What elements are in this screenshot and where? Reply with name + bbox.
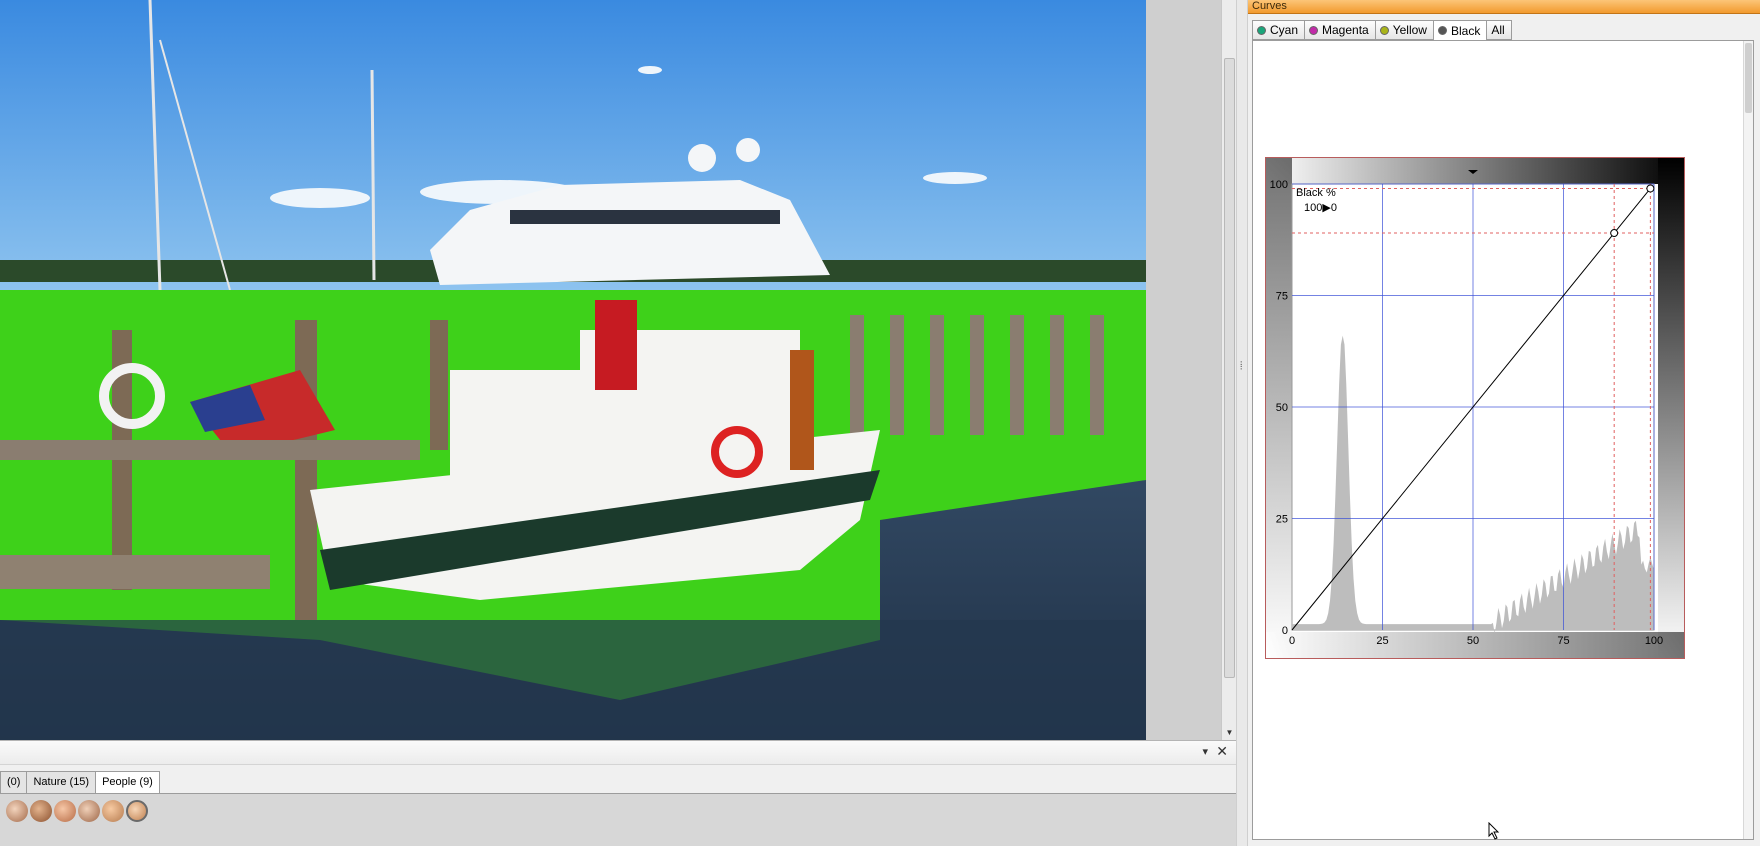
photo-preview[interactable]: [0, 0, 1146, 740]
tab-cyan[interactable]: Cyan: [1252, 20, 1306, 40]
mouse-cursor-icon: [1488, 822, 1500, 840]
harbor-photo: [0, 0, 1146, 740]
channel-axis-label: Black %: [1296, 187, 1336, 199]
scroll-down-arrow-icon[interactable]: ▼: [1222, 726, 1237, 740]
scrollbar-thumb[interactable]: [1745, 43, 1752, 113]
curve-control-point[interactable]: [1646, 184, 1655, 193]
panel-title: Curves: [1248, 0, 1760, 14]
right-gradient-bar: [1658, 158, 1684, 658]
y-tick-label: 75: [1276, 291, 1288, 303]
y-tick-label: 0: [1282, 625, 1288, 637]
value-readout: 100▶0: [1304, 202, 1337, 214]
canvas-vertical-scrollbar[interactable]: ▼: [1221, 0, 1236, 740]
x-tick-label: 75: [1557, 635, 1569, 647]
cyan-channel-icon: [1257, 25, 1266, 35]
tab-label: Cyan: [1270, 23, 1299, 37]
tab-all[interactable]: All: [1486, 20, 1512, 40]
curve-graph[interactable]: 0 25 50 75 100 0 25 50 75 100 Black % 100▶0: [1266, 158, 1684, 658]
tab-label: Black: [1450, 23, 1481, 38]
scrollbar-thumb[interactable]: [1224, 58, 1235, 678]
brush-preset-icon[interactable]: [30, 800, 52, 822]
image-canvas[interactable]: ▼: [0, 0, 1236, 740]
y-tick-label: 50: [1276, 402, 1288, 414]
pin-icon[interactable]: ▾: [1202, 745, 1208, 758]
channel-tabs: Cyan Magenta Yellow Black All: [1252, 20, 1512, 41]
tab-magenta[interactable]: Magenta: [1304, 20, 1376, 40]
x-tick-label: 100: [1645, 635, 1663, 647]
close-icon[interactable]: ✕: [1216, 743, 1228, 760]
plot-area[interactable]: 0 25 50 75 100 0 25 50 75 100 Black % 100▶0: [1270, 170, 1664, 647]
brush-preset-icon[interactable]: [102, 800, 124, 822]
black-channel-icon: [1437, 26, 1447, 35]
brush-strip: [0, 793, 1236, 846]
tab-label: All: [1491, 23, 1505, 37]
brush-preset-icon[interactable]: [54, 800, 76, 822]
y-tick-label: 100: [1270, 179, 1288, 191]
x-tick-label: 0: [1289, 635, 1295, 647]
yellow-channel-icon: [1379, 25, 1389, 35]
panel-splitter[interactable]: ⦙: [1236, 0, 1248, 846]
curves-panel: Curves Cyan Magenta Yellow Black All 0 2…: [1248, 0, 1760, 846]
curve-editor[interactable]: 0 25 50 75 100 0 25 50 75 100 Black % 100▶0: [1265, 157, 1685, 659]
tab-label: Magenta: [1322, 23, 1369, 37]
brush-preset-icon[interactable]: [78, 800, 100, 822]
tab-unnamed[interactable]: (0): [0, 771, 28, 793]
brush-preset-icon[interactable]: [6, 800, 28, 822]
app-window: ▼ ⦙ ▾ ✕ (0) Nature (15) People (9) Curve…: [0, 0, 1760, 846]
library-tabs: (0) Nature (15) People (9): [0, 771, 160, 794]
magenta-channel-icon: [1309, 25, 1319, 35]
x-tick-label: 50: [1467, 635, 1479, 647]
tab-black[interactable]: Black: [1432, 20, 1488, 41]
library-titlebar: ▾ ✕: [0, 741, 1236, 765]
curves-body: 0 25 50 75 100 0 25 50 75 100 Black % 100▶0: [1252, 40, 1754, 840]
brush-library-panel: ▾ ✕ (0) Nature (15) People (9): [0, 740, 1236, 846]
tab-nature[interactable]: Nature (15): [26, 771, 97, 793]
y-tick-label: 25: [1276, 514, 1288, 526]
x-tick-label: 25: [1376, 635, 1388, 647]
tab-yellow[interactable]: Yellow: [1374, 20, 1434, 40]
curves-vertical-scrollbar[interactable]: [1743, 41, 1753, 839]
tab-label: Yellow: [1392, 23, 1427, 37]
tab-people[interactable]: People (9): [95, 771, 160, 794]
brush-preset-selected-icon[interactable]: [126, 800, 148, 822]
curve-control-point[interactable]: [1610, 229, 1619, 238]
splitter-grip-icon[interactable]: ⦙: [1240, 360, 1242, 373]
